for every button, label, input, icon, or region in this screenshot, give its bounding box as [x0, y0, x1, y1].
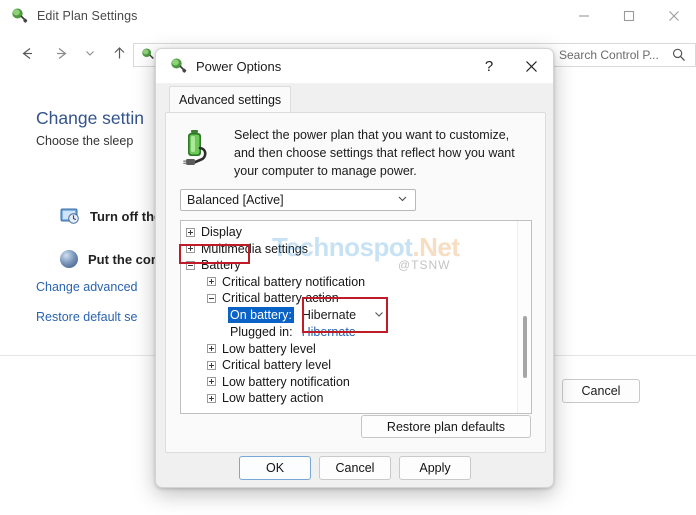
description-block: Select the power plan that you want to c… [166, 113, 545, 180]
tree-item-label: Critical battery notification [222, 274, 366, 289]
cancel-button[interactable]: Cancel [319, 456, 391, 480]
collapse-minus-icon[interactable] [207, 293, 216, 303]
chevron-down-icon[interactable] [396, 192, 409, 208]
maximize-button[interactable] [606, 0, 651, 32]
monitor-icon [60, 207, 80, 225]
help-button[interactable]: ? [471, 49, 507, 84]
tree-item-low-battery-level[interactable]: Low battery level [181, 341, 531, 358]
recent-locations-chevron-down-icon[interactable] [78, 36, 102, 70]
back-arrow-icon[interactable] [10, 36, 44, 70]
window-controls [561, 0, 696, 32]
dialog-titlebar: Power Options ? [156, 49, 553, 84]
scrollbar-thumb[interactable] [523, 316, 527, 378]
collapse-minus-icon[interactable] [186, 260, 195, 270]
tree-scrollbar[interactable] [517, 221, 531, 413]
expand-plus-icon[interactable] [207, 344, 216, 354]
tree-item-critical-battery-notification[interactable]: Critical battery notification [181, 274, 531, 291]
tree-item-display[interactable]: Display [181, 224, 531, 241]
on-battery-label: On battery: [228, 307, 294, 323]
tree-item-label: Display [201, 225, 242, 240]
tree-item-label: Battery [201, 258, 241, 273]
description-text: Select the power plan that you want to c… [234, 128, 515, 178]
advanced-settings-tree[interactable]: Display Multimedia settings Battery Crit… [180, 220, 532, 414]
tree-item-label: Low battery notification [222, 374, 350, 389]
link-change-advanced-settings[interactable]: Change advanced [36, 280, 137, 294]
power-options-dialog: Power Options ? Advanced settings Select… [155, 48, 554, 488]
tree-content: Display Multimedia settings Battery Crit… [181, 221, 531, 407]
background-cancel-button[interactable]: Cancel [562, 379, 640, 403]
chevron-down-icon[interactable] [373, 308, 385, 323]
dropdown-option-hibernate[interactable]: Hibernate [296, 323, 389, 341]
expand-plus-icon[interactable] [207, 360, 216, 370]
tab-advanced-settings[interactable]: Advanced settings [169, 86, 292, 112]
expand-plus-icon[interactable] [207, 393, 216, 403]
expand-plus-icon[interactable] [186, 227, 195, 237]
tree-item-battery[interactable]: Battery [181, 257, 531, 274]
tree-item-critical-battery-action[interactable]: Critical battery action [181, 290, 531, 307]
page-title: Change settin [36, 108, 144, 128]
on-battery-combobox[interactable]: Hibernate [295, 306, 388, 324]
setting-row-turn-off-display: Turn off the [60, 207, 161, 225]
sleep-icon [60, 250, 78, 268]
tree-item-label: Low battery action [222, 391, 324, 406]
up-arrow-icon[interactable] [102, 36, 136, 70]
power-plug-icon [10, 7, 28, 25]
tree-item-critical-battery-level[interactable]: Critical battery level [181, 357, 531, 374]
tab-strip: Advanced settings [156, 84, 553, 112]
tree-item-label: Multimedia settings [201, 241, 308, 256]
dialog-footer: OK Cancel Apply [156, 451, 553, 487]
tree-item-label: Critical battery level [222, 358, 332, 373]
setting-on-battery[interactable]: On battery: Hibernate [181, 306, 531, 324]
search-input[interactable]: Search Control P... [559, 48, 667, 62]
window-title: Edit Plan Settings [37, 9, 138, 23]
address-bar-power-plug-icon [140, 47, 156, 63]
screen: Edit Plan Settings Search Control P... C… [0, 0, 696, 515]
dialog-body: Select the power plan that you want to c… [165, 112, 546, 453]
forward-arrow-icon[interactable] [44, 36, 78, 70]
on-battery-value: Hibernate [301, 308, 357, 322]
tree-item-low-battery-notification[interactable]: Low battery notification [181, 374, 531, 391]
page-subtitle: Choose the sleep [36, 134, 134, 148]
window-titlebar: Edit Plan Settings [0, 0, 696, 32]
tree-item-label: Low battery level [222, 341, 316, 356]
dialog-power-plug-icon [169, 57, 187, 75]
setting-row-label: Turn off the [90, 208, 162, 224]
battery-plug-icon [180, 127, 222, 169]
expand-plus-icon[interactable] [186, 244, 195, 254]
plugged-in-label: Plugged in: [230, 325, 293, 339]
ok-button[interactable]: OK [239, 456, 311, 480]
dialog-title: Power Options [196, 58, 282, 74]
restore-plan-defaults-button[interactable]: Restore plan defaults [361, 415, 531, 438]
power-plan-value: Balanced [Active] [187, 193, 284, 207]
search-control-panel-box[interactable]: Search Control P... [551, 43, 696, 67]
close-button[interactable] [651, 0, 696, 32]
tree-item-label: Critical battery action [222, 291, 339, 306]
expand-plus-icon[interactable] [207, 377, 216, 387]
dialog-close-icon[interactable] [513, 49, 549, 84]
expand-plus-icon[interactable] [207, 277, 216, 287]
apply-button[interactable]: Apply [399, 456, 471, 480]
tree-item-multimedia-settings[interactable]: Multimedia settings [181, 241, 531, 258]
search-icon[interactable] [671, 47, 687, 63]
setting-row-put-computer-to-sleep: Put the comp [60, 250, 170, 268]
power-plan-select[interactable]: Balanced [Active] [180, 189, 416, 211]
tree-item-low-battery-action[interactable]: Low battery action [181, 390, 531, 407]
setting-plugged-in[interactable]: Plugged in: Hibernate [181, 323, 531, 341]
minimize-button[interactable] [561, 0, 606, 32]
link-restore-default-settings[interactable]: Restore default se [36, 310, 137, 324]
